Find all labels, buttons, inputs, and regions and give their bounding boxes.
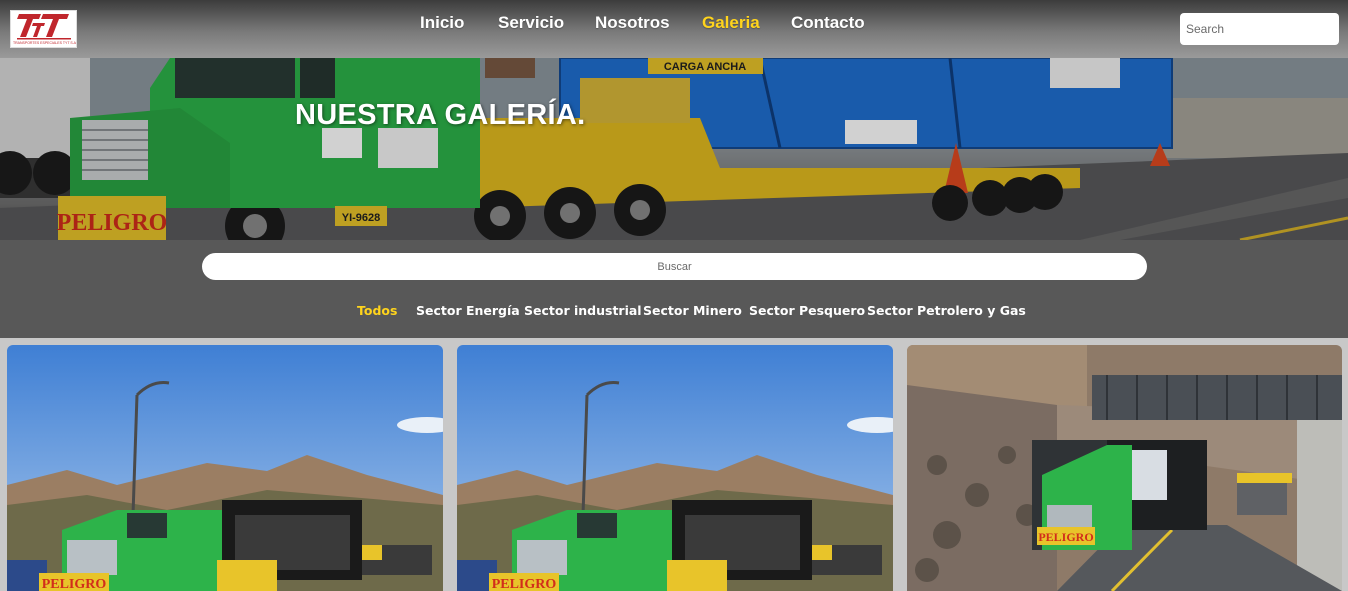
filter-sector-pesquero[interactable]: Sector Pesquero	[749, 303, 865, 318]
header-search-input[interactable]	[1180, 13, 1339, 45]
gallery-card-3[interactable]: PELIGRO	[907, 345, 1342, 591]
gallery-search-input[interactable]	[202, 253, 1147, 280]
filter-sector-energia[interactable]: Sector Energía	[416, 303, 520, 318]
gallery-card-2[interactable]: PELIGRO	[457, 345, 893, 591]
card-1-sign: PELIGRO	[42, 577, 107, 591]
nav-galeria[interactable]: Galeria	[702, 13, 760, 33]
gallery-image-1: PELIGRO	[7, 345, 443, 591]
nav-inicio[interactable]: Inicio	[420, 13, 464, 33]
nav-nosotros[interactable]: Nosotros	[595, 13, 670, 33]
gallery-image-3: PELIGRO	[907, 345, 1342, 591]
page-title: NUESTRA GALERÍA.	[295, 99, 586, 131]
gallery-controls: Todos Sector Energía Sector industrial S…	[0, 240, 1348, 338]
filter-todos[interactable]: Todos	[357, 303, 397, 318]
filter-sector-minero[interactable]: Sector Minero	[643, 303, 742, 318]
logo-caption: TRANSPORTES ESPECIALES TYT S.A.C.	[13, 41, 76, 45]
filter-sector-industrial[interactable]: Sector industrial	[524, 303, 642, 318]
site-header: TRANSPORTES ESPECIALES TYT S.A.C. Inicio…	[0, 0, 1348, 58]
hero-overlay	[0, 58, 1348, 240]
nav-servicio[interactable]: Servicio	[498, 13, 564, 33]
main-nav: Inicio Servicio Nosotros Galeria Contact…	[0, 13, 1348, 35]
gallery-image-2: PELIGRO	[457, 345, 893, 591]
filter-sector-petrolero-gas[interactable]: Sector Petrolero y Gas	[867, 303, 1026, 318]
card-3-sign: PELIGRO	[1038, 530, 1093, 544]
hero-banner: CARGA ANCHA YI-9628 PELIGRO NUESTRA GALE…	[0, 58, 1348, 240]
card-2-sign: PELIGRO	[492, 577, 557, 591]
gallery-card-1[interactable]: PELIGRO	[7, 345, 443, 591]
nav-contacto[interactable]: Contacto	[791, 13, 865, 33]
